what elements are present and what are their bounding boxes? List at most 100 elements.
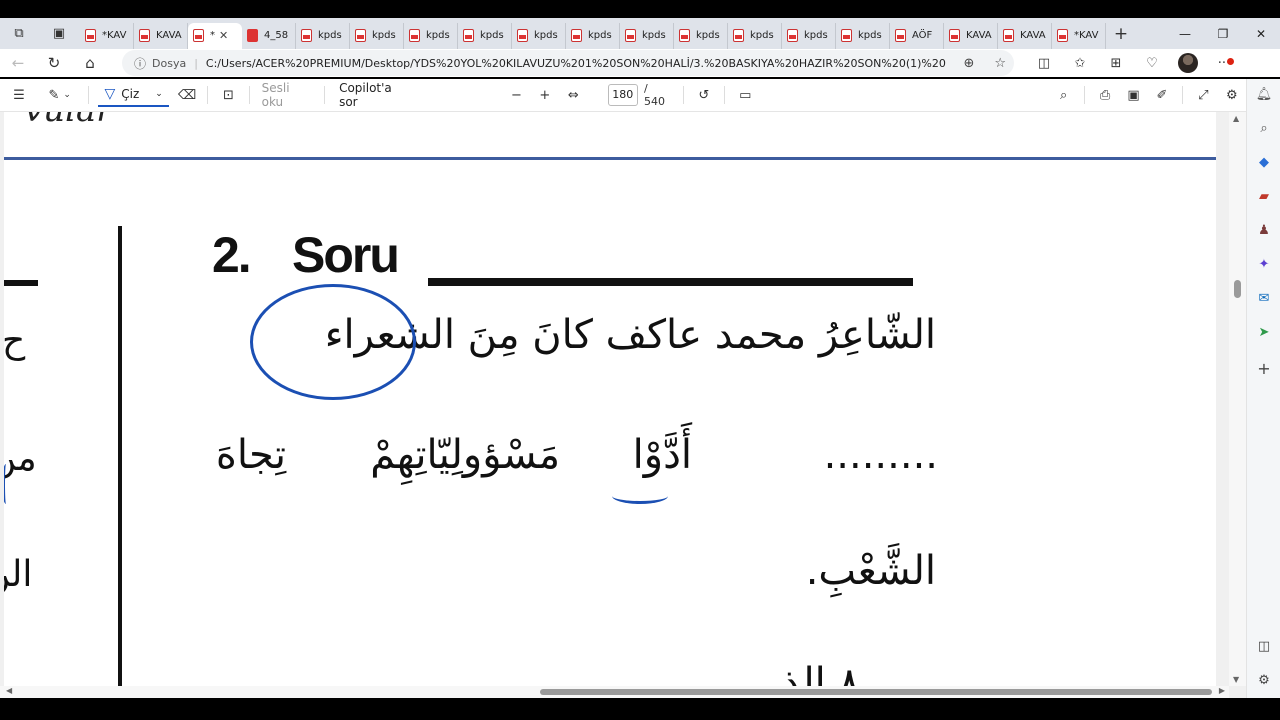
tab-item[interactable]: KAVA — [998, 22, 1052, 49]
tab-item[interactable]: kpds — [674, 22, 728, 49]
tab-strip: ⧉ ▣ *KAV KAVA * ✕ 4_58 kpds kpds kpds kpds kpds kp… — [0, 18, 1280, 49]
save-icon[interactable]: ▣ — [1119, 79, 1147, 112]
horizontal-scroll-thumb[interactable] — [540, 689, 1212, 695]
pdf-viewport[interactable]: vular ح من الن 2. Soru الشّاعِرُ محمد عا… — [0, 112, 1246, 698]
search-sidebar-icon[interactable]: ⌕ — [1247, 121, 1280, 136]
left-column-text: ح — [4, 320, 26, 361]
tab-item[interactable]: 4_58 — [242, 22, 296, 49]
shopping-icon[interactable]: ▰ — [1247, 189, 1280, 204]
tab-item[interactable]: kpds — [404, 22, 458, 49]
read-aloud-button[interactable]: Sesli oku — [262, 81, 313, 109]
draw-button[interactable]: ▽ Çiz ⌄ — [98, 83, 169, 107]
contents-icon[interactable]: ☰ — [0, 79, 38, 112]
add-sidebar-app-icon[interactable]: + — [1247, 359, 1280, 378]
url-box[interactable]: ⓘ Dosya | C:/Users/ACER%20PREMIUM/Deskto… — [122, 50, 1014, 76]
pdf-file-icon — [787, 29, 798, 42]
tab-item[interactable]: kpds — [458, 22, 512, 49]
tab-label: KAVA — [156, 30, 182, 41]
split-screen-icon[interactable]: ◫ — [1026, 56, 1062, 71]
vertical-scrollbar[interactable]: ▲ ▼ — [1229, 112, 1246, 686]
restore-icon[interactable]: ❐ — [1204, 18, 1242, 49]
tab-item[interactable]: KAVA — [134, 22, 188, 49]
question-heading-rule — [428, 278, 913, 286]
tab-item[interactable]: *KAV — [1052, 22, 1106, 49]
tab-item[interactable]: kpds — [512, 22, 566, 49]
tab-item[interactable]: kpds — [620, 22, 674, 49]
copilot-button[interactable]: Copilot'a sor — [339, 81, 410, 109]
refresh-icon[interactable]: ↻ — [36, 54, 72, 72]
separator — [248, 86, 250, 104]
tab-item[interactable]: kpds — [350, 22, 404, 49]
sidebar-settings-icon[interactable]: ⚙ — [1247, 673, 1280, 688]
column-divider — [118, 226, 122, 686]
fit-width-icon[interactable]: ⇔ — [559, 79, 587, 112]
tab-item[interactable]: kpds — [566, 22, 620, 49]
address-bar: ← ↻ ⌂ ⓘ Dosya | C:/Users/ACER%20PREMIUM/… — [0, 49, 1280, 77]
home-icon[interactable]: ⌂ — [72, 54, 108, 72]
close-window-icon[interactable]: ✕ — [1242, 18, 1280, 49]
settings-gear-icon[interactable]: ⚙ — [1218, 79, 1246, 112]
tab-actions-icon[interactable]: ▣ — [38, 18, 80, 49]
tab-item[interactable]: KAVA — [944, 22, 998, 49]
profile-avatar[interactable] — [1178, 53, 1198, 73]
search-icon[interactable]: ⌕ — [1049, 79, 1077, 112]
url-text[interactable]: C:/Users/ACER%20PREMIUM/Desktop/YDS%20YO… — [206, 57, 946, 70]
page-view-icon[interactable]: ▭ — [731, 79, 759, 112]
pdf-file-icon — [571, 29, 582, 42]
more-menu-icon[interactable]: ··· — [1206, 56, 1242, 71]
favorites-icon[interactable]: ✩ — [1062, 56, 1098, 71]
url-scheme-label: Dosya — [152, 56, 187, 70]
copilot-icon[interactable]: ✦ — [1247, 257, 1280, 272]
chevron-down-icon[interactable]: ⌄ — [155, 89, 163, 99]
zoom-out-icon[interactable]: − — [502, 79, 530, 112]
back-icon[interactable]: ← — [0, 54, 36, 72]
outlook-icon[interactable]: ✉ — [1247, 291, 1280, 306]
eraser-icon[interactable]: ⌫ — [173, 79, 201, 112]
tab-item[interactable]: * ✕ — [188, 22, 242, 49]
collections-icon[interactable]: ⊞ — [1098, 56, 1134, 71]
scroll-up-icon[interactable]: ▲ — [1233, 114, 1239, 123]
bell-icon[interactable]: 🔔︎ — [1247, 87, 1280, 102]
previous-heading-fragment: vular — [24, 112, 113, 130]
vertical-scroll-thumb[interactable] — [1234, 280, 1241, 298]
separator — [87, 86, 89, 104]
favorite-star-icon[interactable]: ☆ — [994, 56, 1006, 71]
tab-item[interactable]: kpds — [836, 22, 890, 49]
rotate-icon[interactable]: ↺ — [690, 79, 718, 112]
minimize-icon[interactable]: — — [1166, 18, 1204, 49]
pdf-file-icon — [301, 29, 312, 42]
drop-icon[interactable]: ➤ — [1247, 325, 1280, 340]
sidebar-layout-icon[interactable]: ◫ — [1247, 639, 1280, 654]
fullscreen-icon[interactable]: ⤢ — [1189, 79, 1217, 112]
left-column-text: الن — [4, 554, 33, 595]
text-icon[interactable]: ⊡ — [214, 79, 242, 112]
tab-item[interactable]: kpds — [728, 22, 782, 49]
highlight-icon[interactable]: ✎ ⌄ — [38, 79, 82, 112]
pdf-page: vular ح من الن 2. Soru الشّاعِرُ محمد عا… — [4, 112, 1216, 698]
tab-label: AÖF — [912, 30, 933, 41]
browser-essentials-icon[interactable]: ♡ — [1134, 56, 1170, 71]
tab-item[interactable]: *KAV — [80, 22, 134, 49]
print-icon[interactable]: ⎙ — [1091, 79, 1119, 112]
close-tab-icon[interactable]: ✕ — [219, 29, 228, 42]
info-icon[interactable]: ⓘ — [134, 55, 146, 72]
tag-icon[interactable]: ◆ — [1247, 155, 1280, 170]
tab-item[interactable]: kpds — [296, 22, 350, 49]
page-number-input[interactable]: 180 — [607, 84, 638, 106]
horizontal-scrollbar[interactable]: ◀ ▶ — [0, 686, 1229, 698]
scroll-down-icon[interactable]: ▼ — [1233, 675, 1239, 684]
games-icon[interactable]: ♟ — [1247, 223, 1280, 238]
scroll-right-icon[interactable]: ▶ — [1219, 686, 1225, 695]
zoom-in-icon[interactable]: + — [531, 79, 559, 112]
pdf-file-icon — [517, 29, 528, 42]
save-as-icon[interactable]: ✐ — [1148, 79, 1176, 112]
new-tab-button[interactable]: + — [1106, 24, 1136, 44]
zoom-icon[interactable]: ⊕ — [963, 56, 974, 71]
separator — [324, 86, 326, 104]
scroll-left-icon[interactable]: ◀ — [6, 686, 12, 695]
workspaces-icon[interactable]: ⧉ — [0, 18, 38, 49]
separator — [1083, 86, 1085, 104]
tab-item[interactable]: AÖF — [890, 22, 944, 49]
question-number: 2. — [212, 227, 252, 283]
tab-item[interactable]: kpds — [782, 22, 836, 49]
